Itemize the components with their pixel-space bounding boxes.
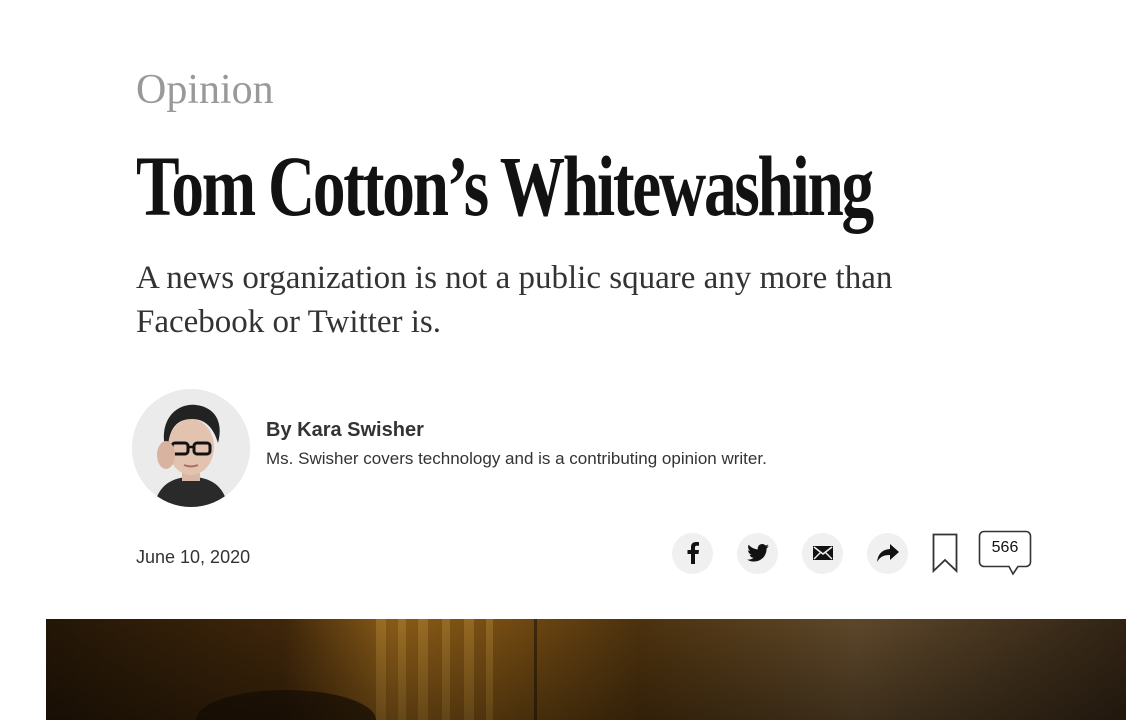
email-share-button[interactable] xyxy=(802,532,843,574)
article-summary: A news organization is not a public squa… xyxy=(136,260,893,340)
comments-count: 566 xyxy=(991,539,1019,556)
publish-date: June 10, 2020 xyxy=(136,547,251,567)
twitter-share-button[interactable] xyxy=(737,532,778,574)
save-bookmark-button[interactable] xyxy=(932,532,958,574)
facebook-icon xyxy=(687,542,699,564)
share-arrow-icon xyxy=(876,544,899,562)
byline: By Kara Swisher Ms. Swisher covers techn… xyxy=(132,389,767,507)
hero-image xyxy=(46,619,1126,720)
twitter-icon xyxy=(746,544,769,562)
author-portrait-icon xyxy=(132,389,250,507)
more-share-button[interactable] xyxy=(867,532,908,574)
email-icon xyxy=(812,546,833,560)
hero-photo-icon xyxy=(46,619,1126,720)
byline-text: By Kara Swisher Ms. Swisher covers techn… xyxy=(266,417,767,471)
comments-button[interactable]: 566 xyxy=(978,530,1032,576)
section-label-opinion[interactable]: Opinion xyxy=(136,64,274,116)
author-avatar[interactable] xyxy=(132,389,250,507)
facebook-share-button[interactable] xyxy=(672,532,713,574)
share-toolbar: 566 xyxy=(672,530,1032,576)
author-bio: Ms. Swisher covers technology and is a c… xyxy=(266,449,767,468)
bookmark-icon xyxy=(932,533,958,573)
article-headline: Tom Cotton’s Whitewashing xyxy=(136,138,874,234)
author-name[interactable]: By Kara Swisher xyxy=(266,417,767,443)
